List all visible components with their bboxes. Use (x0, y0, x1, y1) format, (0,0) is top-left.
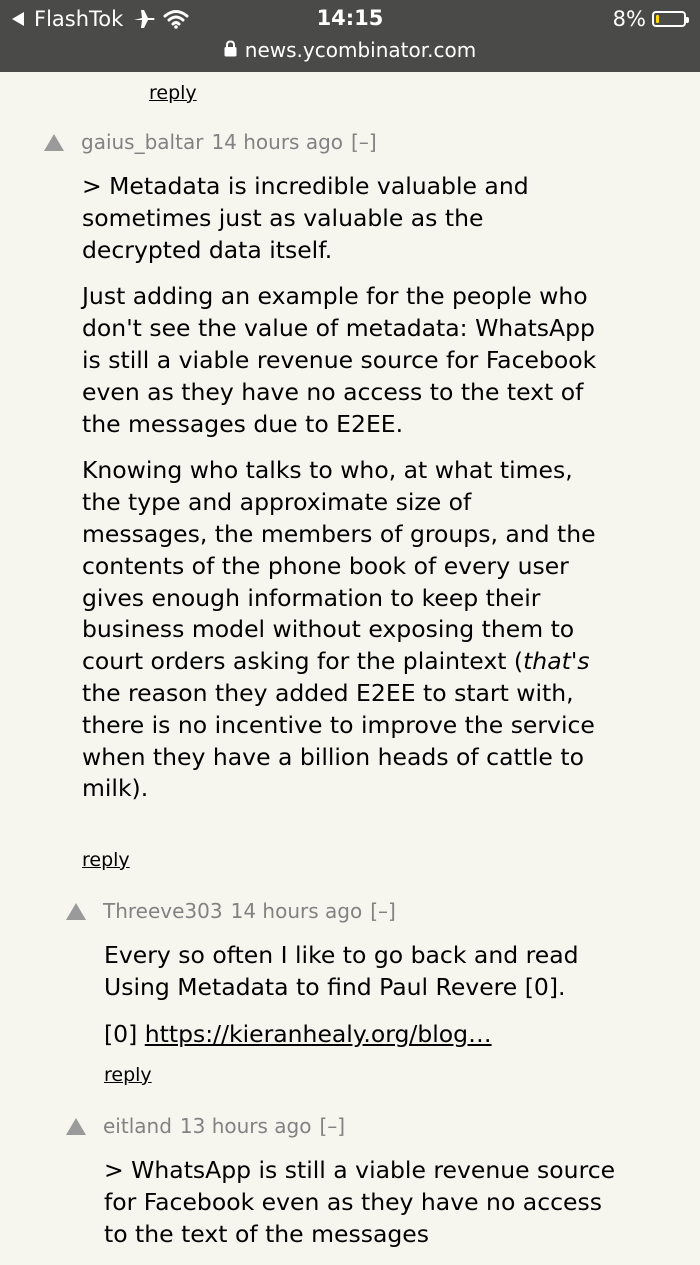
upvote-arrow-icon[interactable] (66, 902, 86, 920)
status-right: 8% (612, 6, 689, 32)
external-link[interactable]: https://kieranhealy.org/blog… (145, 1020, 492, 1048)
collapse-toggle[interactable]: [–] (351, 130, 377, 154)
comment-paragraph: > WhatsApp is still a viable revenue sou… (104, 1156, 616, 1248)
comment-paragraph: > Metadata is incredible valuable and so… (82, 172, 529, 264)
upvote-arrow-icon[interactable] (44, 133, 64, 151)
battery-fill (656, 15, 659, 23)
comment-paragraph: Just adding an example for the people wh… (82, 282, 597, 438)
footnote-prefix: [0] (104, 1019, 145, 1048)
comment-age[interactable]: 13 hours ago (180, 1114, 312, 1138)
upvote-arrow-icon[interactable] (66, 1117, 86, 1135)
comment-text: > Metadata is incredible valuable and so… (82, 171, 597, 805)
reply-link[interactable]: reply (104, 1064, 152, 1086)
collapse-toggle[interactable]: [–] (319, 1114, 345, 1138)
clock: 14:15 (316, 6, 384, 30)
comment: gaius_baltar 14 hours ago [–] > Metadata… (44, 127, 684, 871)
comment-header: gaius_baltar 14 hours ago [–] (44, 127, 684, 157)
comment-paragraph: Knowing who talks to who, at what times,… (82, 455, 597, 805)
browser-top-bar: FlashTok 14:15 8% news.ycombinator.com (0, 0, 700, 72)
comment-header: eitland 13 hours ago [–] (66, 1111, 686, 1141)
reply-link[interactable]: reply (82, 849, 130, 871)
italic-text: that's (523, 647, 590, 676)
comment-header: Threeve303 14 hours ago [–] (66, 896, 686, 926)
comment-author[interactable]: gaius_baltar (81, 130, 203, 154)
comment-paragraph: Every so often I like to go back and rea… (104, 941, 579, 1001)
comment-age[interactable]: 14 hours ago (211, 130, 343, 154)
url-bar[interactable]: news.ycombinator.com (0, 38, 700, 62)
lock-icon (224, 38, 237, 62)
paragraph-text: Knowing who talks to who, at what times,… (82, 456, 596, 676)
comment: Threeve303 14 hours ago [–] Every so oft… (66, 896, 686, 1086)
url-domain[interactable]: news.ycombinator.com (245, 38, 476, 62)
paragraph-text: the reason they added E2EE to start with… (82, 678, 595, 803)
comment-text: > WhatsApp is still a viable revenue sou… (104, 1155, 619, 1250)
comment-age[interactable]: 14 hours ago (231, 899, 363, 923)
comment-author[interactable]: eitland (103, 1114, 172, 1138)
battery-icon (652, 11, 689, 27)
comment-author[interactable]: Threeve303 (103, 899, 223, 923)
comment-text: Every so often I like to go back and rea… (104, 940, 619, 1050)
battery-percent: 8% (612, 7, 646, 31)
reply-link[interactable]: reply (149, 82, 197, 104)
comment: eitland 13 hours ago [–] > WhatsApp is s… (66, 1111, 686, 1265)
collapse-toggle[interactable]: [–] (370, 899, 396, 923)
comment-paragraph: [0] https://kieranhealy.org/blog… (104, 1019, 619, 1051)
